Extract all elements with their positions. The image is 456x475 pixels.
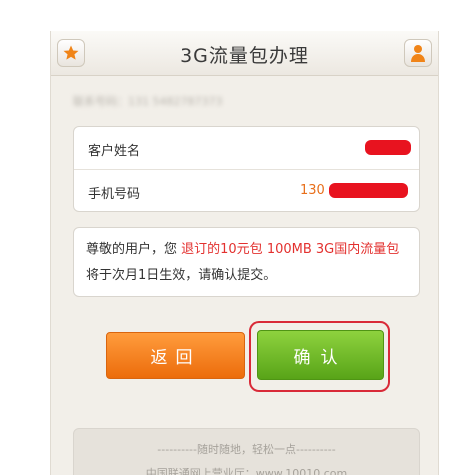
redacted-name (365, 140, 411, 155)
page-title: 3G流量包办理 (180, 45, 309, 67)
phone-number-prefix: 130 (300, 183, 325, 198)
footer-slogan: ----------随时随地，轻松一点---------- (157, 443, 336, 456)
customer-name-row: 客户姓名 (74, 127, 419, 170)
phone-number-row: 手机号码 130 (74, 170, 419, 212)
back-button[interactable]: 返回 (106, 332, 245, 379)
user-button[interactable] (404, 39, 432, 67)
phone-screen: 3G流量包办理 联系号码：131 5482787373 客户姓名 手机号码 13… (50, 31, 439, 475)
notice-highlight: 退订的10元包 100MB 3G国内流量包 (181, 242, 400, 257)
customer-name-label: 客户姓名 (88, 144, 141, 159)
redacted-phone (329, 183, 408, 198)
confirmation-notice: 尊敬的用户，您 退订的10元包 100MB 3G国内流量包将于次月1日生效，请确… (73, 227, 420, 297)
user-icon (411, 45, 425, 62)
account-number: 联系号码：131 5482787373 (73, 95, 223, 108)
phone-number-label: 手机号码 (88, 187, 141, 202)
customer-info-card: 客户姓名 手机号码 130 (73, 126, 420, 212)
notice-text-1: 尊敬的用户，您 (86, 242, 182, 257)
confirm-button[interactable]: 确认 (257, 330, 384, 380)
app-header: 3G流量包办理 (51, 31, 438, 76)
notice-text-2: 将于次月1日生效，请确认提交。 (86, 268, 277, 283)
footer: ----------随时随地，轻松一点---------- 中国联通网上营业厅：… (73, 428, 420, 475)
footer-link[interactable]: 中国联通网上营业厅：www.10010.com (74, 465, 419, 475)
